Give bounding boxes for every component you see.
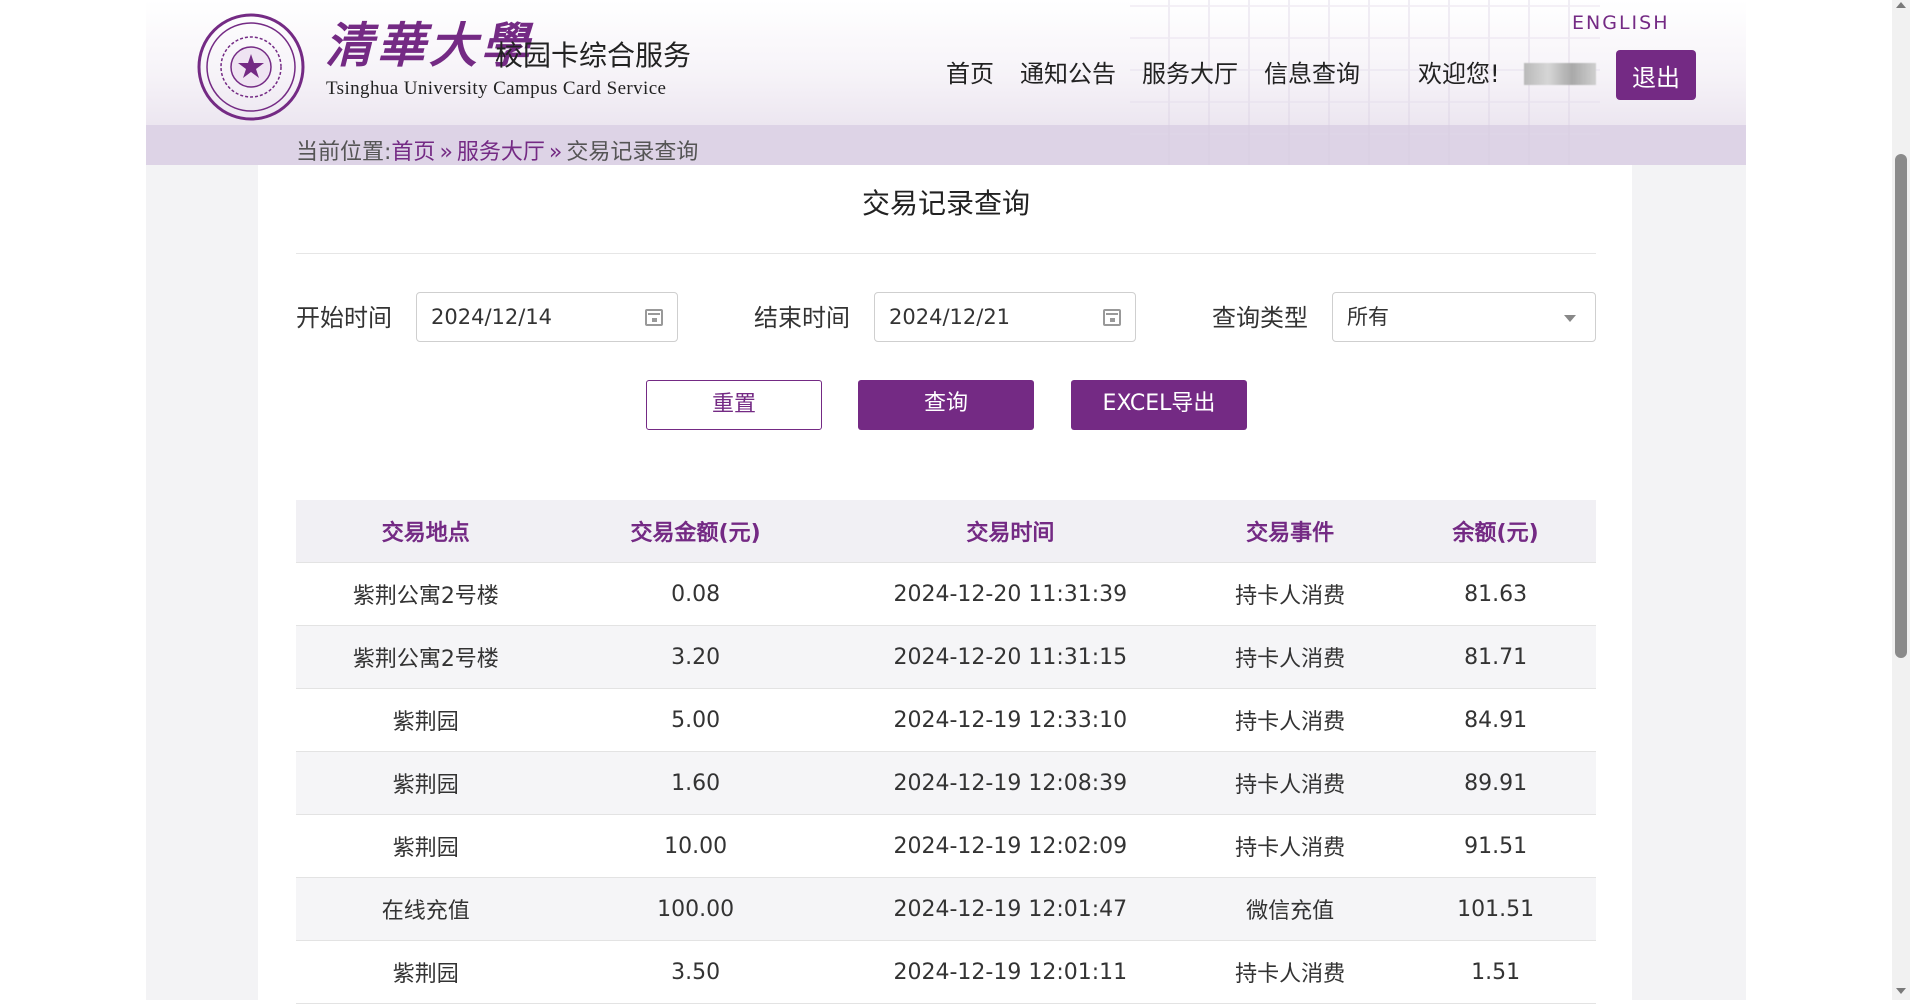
english-language-link[interactable]: ENGLISH <box>1572 12 1669 34</box>
breadcrumb-separator: » <box>548 140 563 165</box>
query-type-select[interactable]: 所有 <box>1332 292 1596 342</box>
cell-event: 持卡人消费 <box>1185 814 1396 878</box>
cell-time: 2024-12-19 12:08:39 <box>835 751 1186 815</box>
reset-button[interactable]: 重置 <box>646 380 822 430</box>
main-nav: 首页 通知公告 服务大厅 信息查询 <box>946 56 1360 92</box>
service-english-title: Tsinghua University Campus Card Service <box>326 78 667 99</box>
breadcrumb-prefix: 当前位置: <box>296 140 392 165</box>
username-redacted <box>1524 63 1596 85</box>
table-header-row: 交易地点 交易金额(元) 交易时间 交易事件 余额(元) <box>296 500 1596 563</box>
nav-home[interactable]: 首页 <box>946 56 994 92</box>
excel-export-button[interactable]: EXCEL导出 <box>1071 380 1247 430</box>
cell-location: 紫荆公寓2号楼 <box>296 625 556 689</box>
column-header-balance: 余额(元) <box>1395 500 1596 563</box>
welcome-text: 欢迎您! <box>1418 60 1500 88</box>
table-row: 紫荆园 3.50 2024-12-19 12:01:11 持卡人消费 1.51 <box>296 940 1596 1004</box>
cell-time: 2024-12-19 12:02:09 <box>835 814 1186 878</box>
start-date-input[interactable]: 2024/12/14 <box>416 292 678 342</box>
transaction-table: 交易地点 交易金额(元) 交易时间 交易事件 余额(元) 紫荆公寓2号楼 0.0… <box>296 500 1596 1004</box>
cell-balance: 1.51 <box>1395 940 1596 1004</box>
cell-location: 紫荆园 <box>296 751 556 815</box>
cell-amount: 1.60 <box>555 751 836 815</box>
end-date-label: 结束时间 <box>754 304 850 332</box>
nav-notices[interactable]: 通知公告 <box>1020 56 1116 92</box>
cell-amount: 100.00 <box>555 877 836 941</box>
cell-balance: 91.51 <box>1395 814 1596 878</box>
breadcrumb-home[interactable]: 首页 <box>391 140 435 165</box>
cell-event: 持卡人消费 <box>1185 688 1396 752</box>
tsinghua-seal-icon[interactable] <box>196 12 306 122</box>
cell-location: 紫荆园 <box>296 688 556 752</box>
column-header-location: 交易地点 <box>296 500 556 563</box>
cell-time: 2024-12-19 12:33:10 <box>835 688 1186 752</box>
cell-amount: 3.50 <box>555 940 836 1004</box>
cell-balance: 89.91 <box>1395 751 1596 815</box>
chevron-down-icon[interactable] <box>1564 315 1576 322</box>
query-type-label: 查询类型 <box>1212 304 1308 332</box>
table-row: 紫荆园 10.00 2024-12-19 12:02:09 持卡人消费 91.5… <box>296 814 1596 878</box>
nav-service-hall[interactable]: 服务大厅 <box>1142 56 1238 92</box>
column-header-amount: 交易金额(元) <box>555 500 836 563</box>
service-title: 校园卡综合服务 <box>495 39 692 72</box>
cell-balance: 84.91 <box>1395 688 1596 752</box>
table-row: 紫荆园 5.00 2024-12-19 12:33:10 持卡人消费 84.91 <box>296 688 1596 752</box>
cell-location: 紫荆园 <box>296 814 556 878</box>
cell-amount: 0.08 <box>555 562 836 626</box>
calendar-icon[interactable] <box>645 309 663 326</box>
table-row: 紫荆公寓2号楼 3.20 2024-12-20 11:31:15 持卡人消费 8… <box>296 625 1596 689</box>
title-divider <box>296 253 1596 254</box>
page-title: 交易记录查询 <box>861 187 1030 220</box>
scroll-down-arrow-icon[interactable] <box>1896 988 1906 994</box>
breadcrumb: 当前位置:首页» 服务大厅» 交易记录查询 <box>296 136 698 170</box>
cell-amount: 5.00 <box>555 688 836 752</box>
calendar-icon[interactable] <box>1103 309 1121 326</box>
logout-button[interactable]: 退出 <box>1616 50 1696 100</box>
cell-time: 2024-12-20 11:31:39 <box>835 562 1186 626</box>
nav-info-query[interactable]: 信息查询 <box>1264 56 1360 92</box>
cell-balance: 81.71 <box>1395 625 1596 689</box>
breadcrumb-separator: » <box>439 140 453 165</box>
cell-time: 2024-12-19 12:01:47 <box>835 877 1186 941</box>
cell-amount: 10.00 <box>555 814 836 878</box>
cell-balance: 101.51 <box>1395 877 1596 941</box>
cell-event: 持卡人消费 <box>1185 562 1396 626</box>
cell-balance: 81.63 <box>1395 562 1596 626</box>
scrollbar-thumb[interactable] <box>1895 154 1907 658</box>
table-row: 紫荆公寓2号楼 0.08 2024-12-20 11:31:39 持卡人消费 8… <box>296 562 1596 626</box>
table-row: 在线充值 100.00 2024-12-19 12:01:47 微信充值 101… <box>296 877 1596 941</box>
table-row: 紫荆园 1.60 2024-12-19 12:08:39 持卡人消费 89.91 <box>296 751 1596 815</box>
scroll-up-arrow-icon[interactable] <box>1896 2 1906 8</box>
cell-time: 2024-12-20 11:31:15 <box>835 625 1186 689</box>
column-header-event: 交易事件 <box>1185 500 1396 563</box>
cell-amount: 3.20 <box>555 625 836 689</box>
cell-event: 持卡人消费 <box>1185 625 1396 689</box>
cell-event: 持卡人消费 <box>1185 940 1396 1004</box>
cell-location: 在线充值 <box>296 877 556 941</box>
breadcrumb-service-hall[interactable]: 服务大厅 <box>457 140 545 165</box>
cell-event: 持卡人消费 <box>1185 751 1396 815</box>
query-button[interactable]: 查询 <box>858 380 1034 430</box>
start-date-label: 开始时间 <box>296 304 392 332</box>
cell-location: 紫荆公寓2号楼 <box>296 562 556 626</box>
breadcrumb-current: 交易记录查询 <box>566 140 699 165</box>
cell-time: 2024-12-19 12:01:11 <box>835 940 1186 1004</box>
cell-event: 微信充值 <box>1185 877 1396 941</box>
column-header-time: 交易时间 <box>835 500 1186 563</box>
cell-location: 紫荆园 <box>296 940 556 1004</box>
end-date-input[interactable]: 2024/12/21 <box>874 292 1136 342</box>
